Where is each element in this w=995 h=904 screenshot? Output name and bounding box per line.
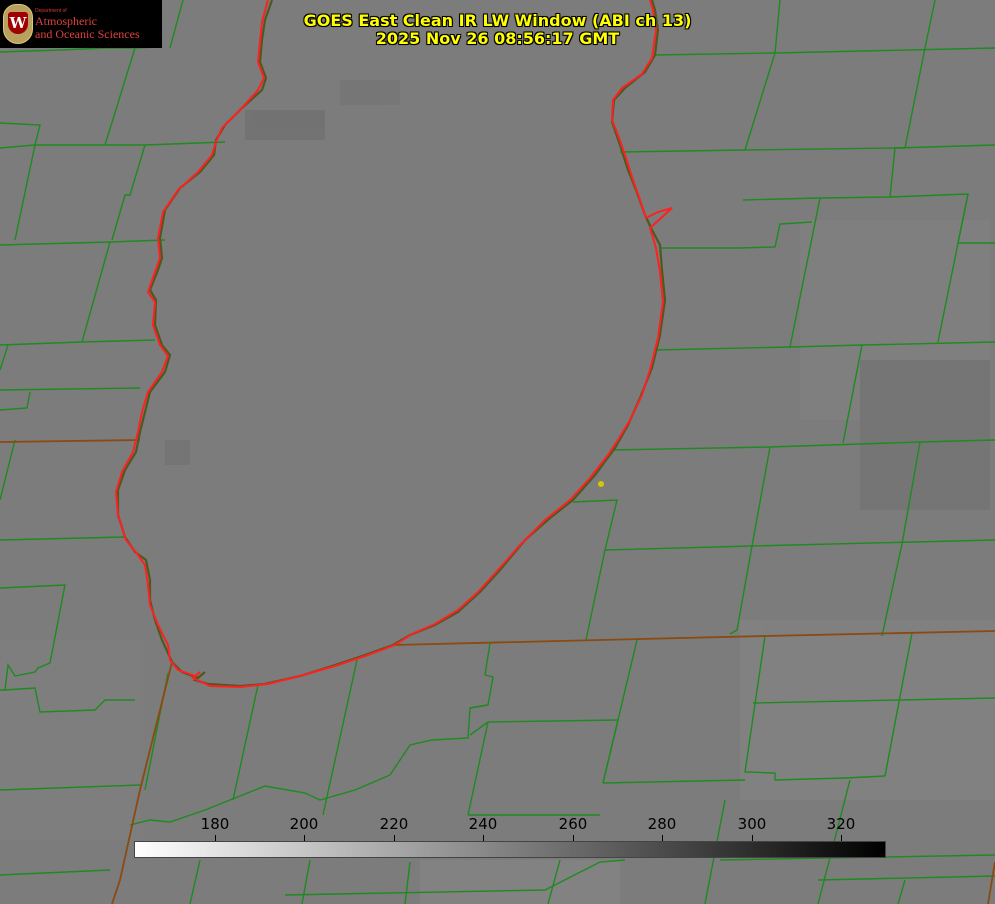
colorbar-label: 220: [379, 815, 409, 833]
colorbar-label: 200: [289, 815, 319, 833]
aos-logo: W Department of Atmospheric and Oceanic …: [0, 0, 162, 48]
satellite-image: GOES East Clean IR LW Window (ABI ch 13)…: [0, 0, 995, 904]
colorbar-tick: [752, 835, 753, 841]
colorbar-label: 300: [737, 815, 767, 833]
colorbar-tick: [304, 835, 305, 841]
cloud-texture: [0, 80, 995, 904]
colorbar-tick: [841, 835, 842, 841]
map-overlay: [0, 0, 995, 904]
logo-name-line2: and Oceanic Sciences: [35, 27, 140, 41]
colorbar-tick: [573, 835, 574, 841]
colorbar-label: 180: [200, 815, 230, 833]
colorbar-tick: [215, 835, 216, 841]
colorbar-label: 260: [558, 815, 588, 833]
colorbar-tick: [662, 835, 663, 841]
colorbar-tick: [483, 835, 484, 841]
colorbar-label: 280: [647, 815, 677, 833]
colorbar-label: 240: [468, 815, 498, 833]
uw-crest-icon: W: [3, 4, 33, 44]
colorbar-tick: [394, 835, 395, 841]
colorbar: [134, 841, 886, 858]
location-marker: [598, 481, 604, 487]
colorbar-label: 320: [826, 815, 856, 833]
